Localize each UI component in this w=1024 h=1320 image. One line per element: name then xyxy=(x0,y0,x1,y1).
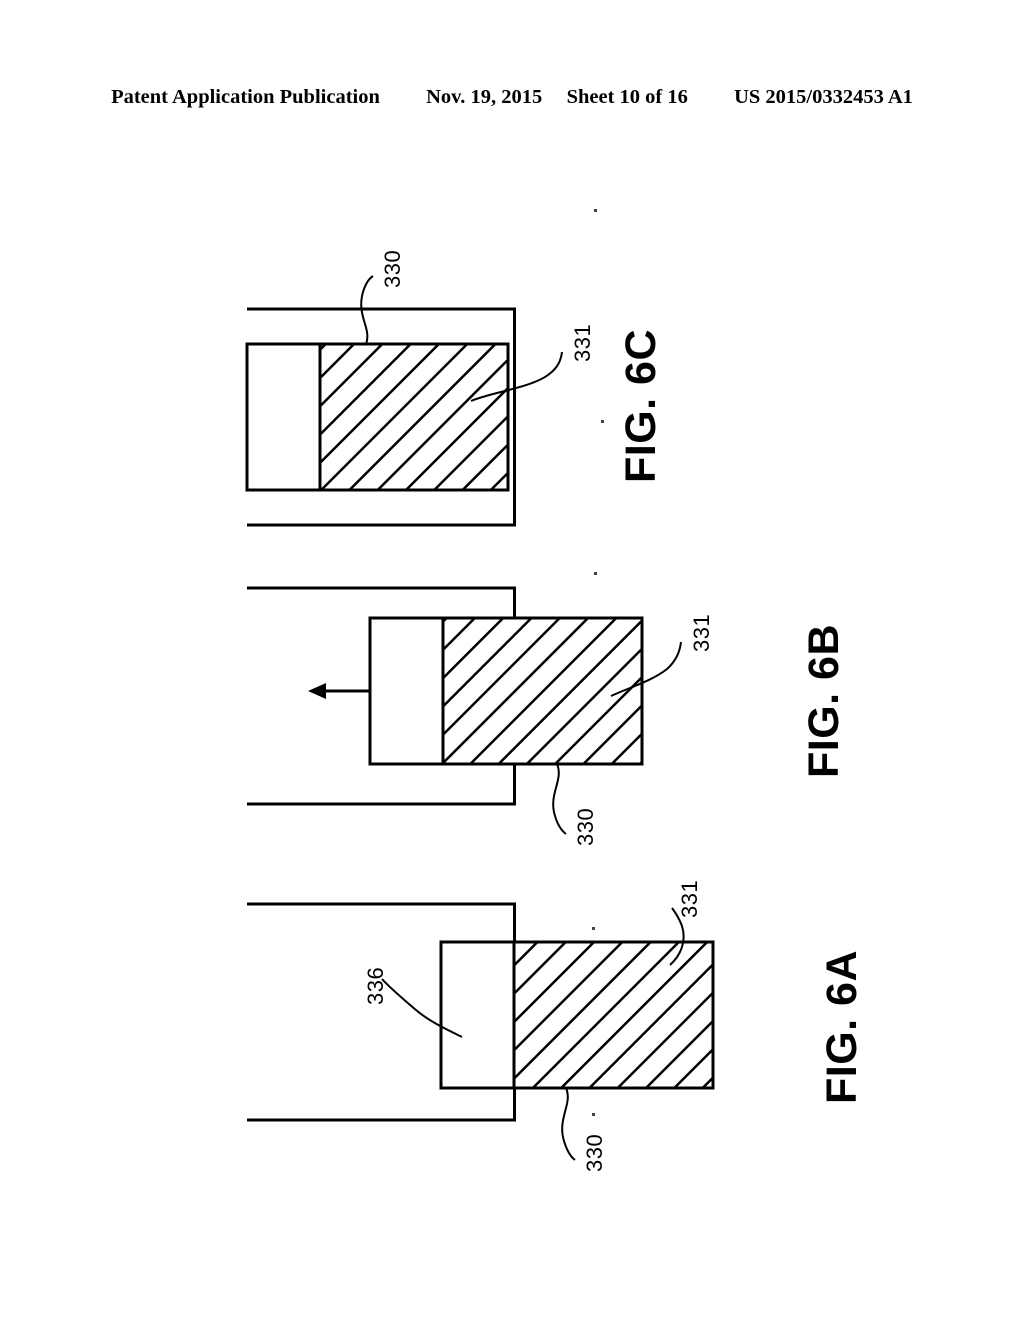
figure-6a: 336 331 330 xyxy=(230,880,730,1200)
scan-artifact-dot xyxy=(592,927,595,930)
figure-6b: 331 330 xyxy=(230,550,714,850)
figure-6a-drawing xyxy=(247,902,715,1161)
scan-artifact-dot xyxy=(594,209,597,212)
hatched-portion-331 xyxy=(440,616,644,766)
ref-numeral-330: 330 xyxy=(573,807,598,846)
block-330 xyxy=(245,342,510,492)
figure-6b-drawing xyxy=(247,586,682,835)
hatched-portion-331 xyxy=(511,940,715,1090)
figure-6c-drawing xyxy=(245,275,563,527)
leader-line-330 xyxy=(561,1087,576,1161)
ref-numeral-331: 331 xyxy=(570,323,595,362)
figure-6c: 330 331 xyxy=(230,240,650,560)
block-330 xyxy=(368,616,644,766)
figure-caption-6c: FIG. 6C xyxy=(617,328,665,483)
scan-artifact-dot xyxy=(592,1113,595,1116)
figure-caption-6b: FIG. 6B xyxy=(800,623,848,778)
plain-portion-336 xyxy=(439,940,516,1090)
ref-numeral-330: 330 xyxy=(380,249,405,288)
figure-sheet: 330 331 FIG. 6C 331 330 FIG. 6B 336 331 … xyxy=(0,0,1024,1320)
plain-portion xyxy=(245,342,322,492)
ref-numeral-331: 331 xyxy=(677,879,702,918)
motion-arrow xyxy=(308,683,370,699)
ref-numeral-336: 336 xyxy=(363,966,388,1005)
hatched-portion-331 xyxy=(318,342,510,492)
figure-caption-6a: FIG. 6A xyxy=(818,949,866,1104)
ref-numeral-331: 331 xyxy=(689,613,714,652)
scan-artifact-dot xyxy=(594,572,597,575)
ref-numeral-330: 330 xyxy=(582,1133,607,1172)
leader-line-330 xyxy=(552,763,567,835)
scan-artifact-dot xyxy=(601,420,604,423)
plain-portion xyxy=(368,616,445,766)
